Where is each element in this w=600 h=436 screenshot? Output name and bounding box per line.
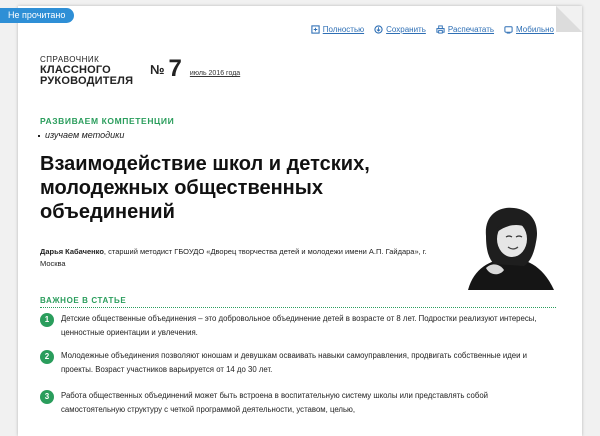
article-title: Взаимодействие школ и детских, молодежны… xyxy=(40,153,370,223)
author-portrait xyxy=(468,207,554,290)
save-icon xyxy=(374,25,383,34)
mobile-icon xyxy=(504,26,513,34)
journal-title-line3: РУКОВОДИТЕЛЯ xyxy=(40,75,134,87)
key-point: 3 Работа общественных объединений может … xyxy=(40,390,540,417)
document-page: Полностью Сохранить Распечатать Мобильно… xyxy=(18,6,582,436)
mobile-button[interactable]: Мобильно xyxy=(504,25,554,34)
key-points-title: ВАЖНОЕ В СТАТЬЕ xyxy=(40,296,127,305)
mobile-label: Мобильно xyxy=(516,25,554,34)
subrubric-label: изучаем методики xyxy=(45,130,125,140)
issue-info: № 7 июль 2016 года xyxy=(150,55,240,82)
fullscreen-icon xyxy=(311,25,320,34)
unread-badge[interactable]: Не прочитано xyxy=(0,8,75,23)
fullscreen-label: Полностью xyxy=(322,25,365,34)
key-point-number: 3 xyxy=(40,390,54,404)
key-point: 1 Детские общественные объединения – это… xyxy=(40,313,540,340)
issue-number: 7 xyxy=(168,55,182,82)
key-point-number: 2 xyxy=(40,350,54,364)
print-label: Распечатать xyxy=(447,25,495,34)
bullet-dot-icon xyxy=(38,134,40,137)
key-point-number: 1 xyxy=(40,313,54,327)
issue-prefix: № xyxy=(150,62,165,77)
key-points-divider xyxy=(40,307,556,308)
key-point-text: Детские общественные объединения – это д… xyxy=(61,314,537,337)
issue-date[interactable]: июль 2016 года xyxy=(190,70,240,77)
page-corner-curl xyxy=(556,6,582,32)
article-author: Дарья Кабаченко, старший методист ГБОУДО… xyxy=(40,246,440,270)
print-button[interactable]: Распечатать xyxy=(436,25,494,34)
key-point-text: Работа общественных объединений может бы… xyxy=(61,391,489,414)
key-point: 2 Молодежные объединения позволяют юноша… xyxy=(40,350,540,377)
article-subrubric: изучаем методики xyxy=(38,130,124,140)
save-button[interactable]: Сохранить xyxy=(374,25,426,34)
article-rubric: РАЗВИВАЕМ КОМПЕТЕНЦИИ xyxy=(40,116,175,126)
document-toolbar: Полностью Сохранить Распечатать Мобильно xyxy=(311,25,554,34)
save-label: Сохранить xyxy=(386,25,426,34)
print-icon xyxy=(436,25,445,34)
fullscreen-button[interactable]: Полностью xyxy=(311,25,364,34)
journal-logo: СПРАВОЧНИК КЛАССНОГО РУКОВОДИТЕЛЯ xyxy=(40,54,133,87)
key-point-text: Молодежные объединения позволяют юношам … xyxy=(61,351,528,374)
author-name: Дарья Кабаченко xyxy=(40,247,104,256)
